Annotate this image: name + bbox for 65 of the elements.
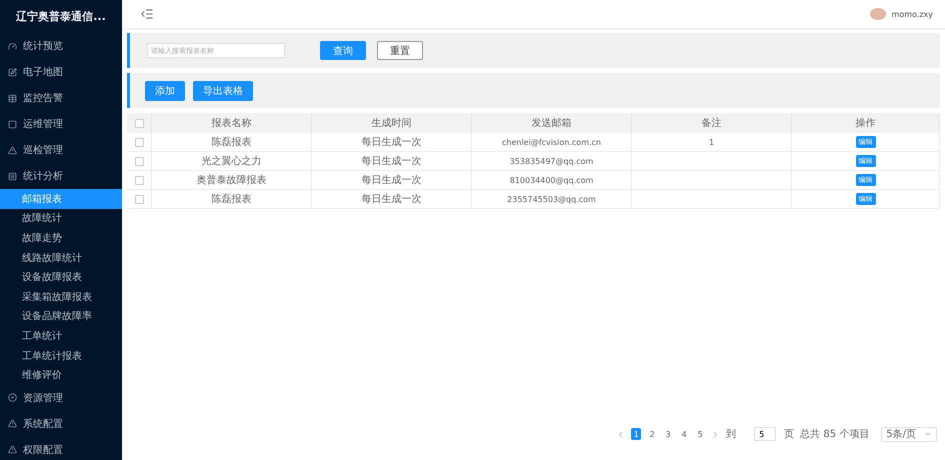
goto-label: 到 — [726, 428, 736, 441]
sidebar-item[interactable]: 监控告警 — [0, 85, 122, 111]
avatar — [870, 8, 886, 20]
edit-icon — [8, 68, 17, 76]
table-cell: 光之翼心之力 — [152, 152, 312, 171]
gauge-icon — [8, 42, 17, 50]
sidebar-item[interactable]: 巡检管理 — [0, 137, 122, 163]
sidebar-item[interactable]: 统计分析 — [0, 163, 122, 189]
sidebar-item[interactable]: 权限配置 — [0, 436, 122, 460]
column-header: 生成时间 — [312, 113, 472, 133]
sidebar-subitem[interactable]: 故障统计 — [0, 208, 122, 228]
sidebar-subitem[interactable]: 故障走势 — [0, 228, 122, 248]
total-count: 总共 85 个项目 — [800, 428, 870, 441]
reset-button[interactable]: 重置 — [377, 41, 423, 60]
sidebar-item[interactable]: 电子地图 — [0, 59, 122, 85]
column-header: 操作 — [792, 113, 940, 133]
square-icon — [8, 120, 17, 128]
sidebar-item[interactable]: 系统配置 — [0, 410, 122, 437]
sidebar-item[interactable]: 运维管理 — [0, 111, 122, 137]
sidebar-subitem[interactable]: 采集箱故障报表 — [0, 286, 122, 307]
sidebar-subitem[interactable]: 设备品牌故障率 — [0, 306, 122, 326]
table-cell: 810034400@qq.com — [472, 171, 632, 190]
checkbox[interactable] — [134, 194, 144, 204]
page-link[interactable]: 3 — [663, 428, 674, 440]
table-cell: 1 — [632, 133, 792, 152]
column-header: 发送邮箱 — [472, 113, 632, 133]
sidebar-subitem[interactable]: 工单统计报表 — [0, 346, 122, 366]
table-cell: 每日生成一次 — [312, 171, 472, 190]
chevron-down-icon — [924, 430, 932, 438]
sidebar-subitem[interactable]: 工单统计 — [0, 326, 122, 346]
table-cell: 陈磊报表 — [152, 133, 312, 152]
checkbox[interactable] — [134, 118, 144, 128]
sidebar-subitem[interactable]: 线路故障统计 — [0, 248, 122, 268]
warning-icon — [8, 146, 17, 154]
checkbox[interactable] — [134, 156, 144, 166]
table-cell: 每日生成一次 — [312, 190, 472, 209]
app-title: 辽宁奥普泰通信... — [15, 9, 107, 25]
table-icon — [8, 94, 17, 102]
circle-check-icon — [8, 393, 17, 402]
table-cell: 2355745503@qq.com — [472, 190, 632, 209]
page-size-select[interactable]: 5条/页 — [881, 426, 937, 442]
checkbox[interactable] — [134, 176, 144, 184]
page-link[interactable]: 2 — [647, 428, 658, 440]
column-header: 报表名称 — [152, 113, 312, 133]
user-name: momo.zxy — [892, 10, 933, 18]
table-cell: chenlei@fcvision.com.cn — [472, 133, 632, 152]
page-label: 页 — [784, 428, 794, 441]
table-cell: 陈磊报表 — [152, 190, 312, 209]
sidebar-item[interactable]: 资源管理 — [0, 384, 122, 411]
page-link[interactable]: 4 — [679, 428, 690, 440]
menu-icon[interactable] — [140, 7, 154, 21]
column-header: 备注 — [632, 113, 792, 133]
sidebar-item[interactable]: 统计预览 — [0, 33, 122, 59]
table-cell: 每日生成一次 — [312, 152, 472, 171]
sidebar-subitem[interactable]: 维修评价 — [0, 365, 122, 385]
warning-icon — [8, 445, 17, 454]
list-icon — [8, 172, 17, 180]
page-input[interactable]: 5 — [754, 427, 776, 441]
warning-icon — [8, 419, 17, 428]
table-cell: 奥普泰故障报表 — [152, 171, 312, 190]
sidebar-subitem[interactable]: 设备故障报表 — [0, 267, 122, 287]
table-cell: 每日生成一次 — [312, 133, 472, 152]
table-cell: 353835497@qq.com — [472, 152, 632, 171]
checkbox[interactable] — [134, 138, 144, 146]
page-link[interactable]: 5 — [695, 428, 706, 440]
